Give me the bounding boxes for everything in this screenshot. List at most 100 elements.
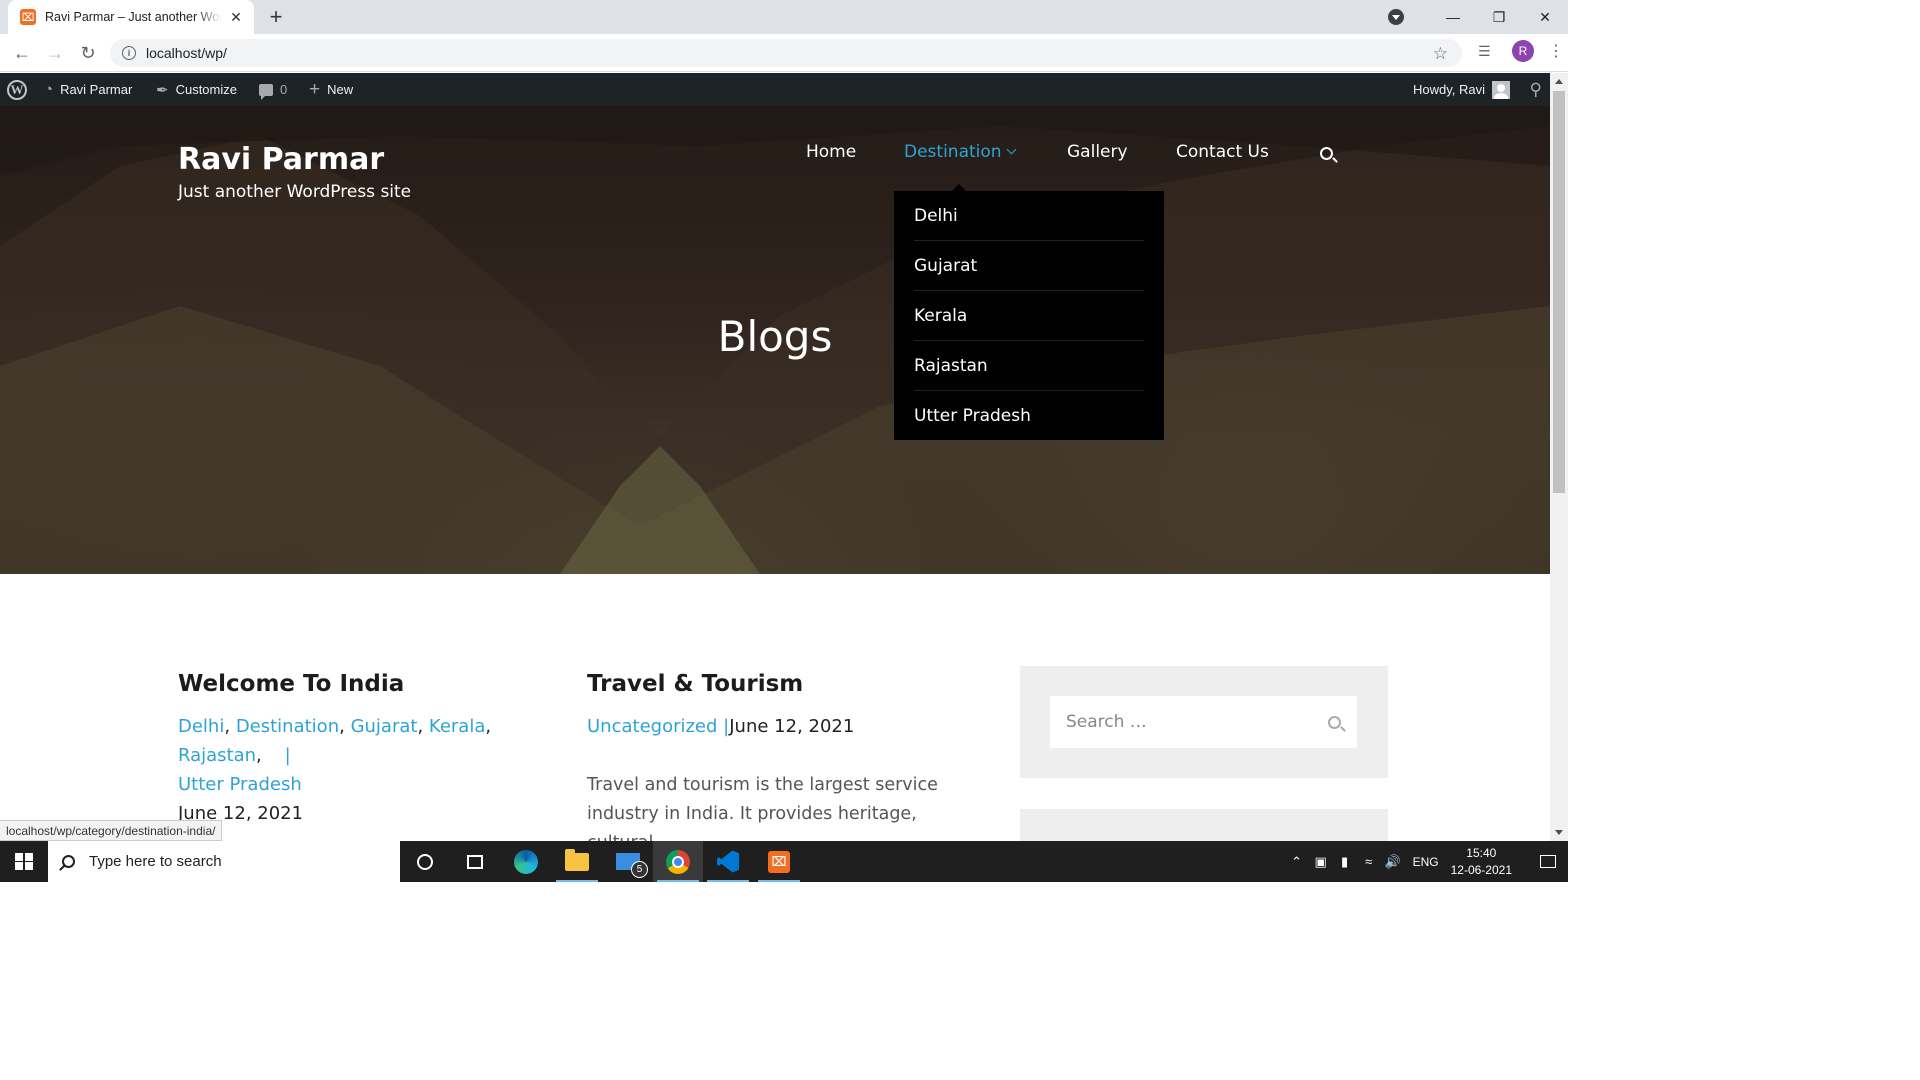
howdy-label: Howdy, Ravi — [1412, 82, 1485, 97]
category-link[interactable]: Gujarat — [351, 716, 418, 737]
category-link[interactable]: Uncategorized — [587, 716, 717, 737]
taskbar-search-box[interactable]: Type here to search — [48, 841, 400, 882]
battery-icon[interactable]: ▮ — [1333, 854, 1357, 870]
post-title[interactable]: Travel & Tourism — [587, 670, 987, 698]
category-link[interactable]: Destination — [236, 716, 339, 737]
destination-dropdown-menu: Delhi Gujarat Kerala Rajastan Utter Prad… — [894, 184, 1164, 441]
admin-site-name[interactable]: ◔ Ravi Parmar — [44, 73, 132, 106]
hero-section: Ravi Parmar Just another WordPress site … — [0, 106, 1550, 574]
category-link[interactable]: Utter Pradesh — [178, 774, 302, 795]
customize-label: Customize — [175, 82, 237, 97]
clock[interactable]: 15:40 12-06-2021 — [1451, 845, 1512, 879]
task-view-button[interactable] — [450, 841, 500, 882]
meta-separator: | — [284, 745, 291, 766]
sidebar-search-input[interactable]: Search … — [1050, 696, 1357, 748]
scrollbar-thumb[interactable] — [1553, 91, 1565, 493]
excerpt-line: Travel and tourism is the largest servic… — [587, 775, 938, 795]
admin-search[interactable]: ⚲ — [1530, 73, 1542, 106]
plus-icon: + — [309, 78, 321, 100]
nav-gallery[interactable]: Gallery — [1067, 142, 1128, 162]
wordpress-logo-icon: W — [7, 79, 27, 100]
url-text[interactable]: localhost/wp/ — [146, 45, 227, 61]
cortana-button[interactable] — [400, 841, 450, 882]
toolbar-right-actions: ☰ R ⋮ — [1478, 40, 1564, 62]
minimize-button[interactable]: — — [1430, 0, 1476, 34]
page-heading: Blogs — [717, 312, 833, 361]
post-title[interactable]: Welcome To India — [178, 670, 558, 698]
forward-arrow-icon[interactable]: → — [42, 40, 68, 66]
dropdown-item-kerala[interactable]: Kerala — [914, 291, 1144, 341]
profile-avatar[interactable]: R — [1512, 40, 1534, 62]
clock-time: 15:40 — [1466, 845, 1497, 860]
taskbar-file-explorer[interactable] — [552, 841, 602, 882]
language-indicator[interactable]: ENG — [1413, 855, 1439, 869]
category-link[interactable]: Rajastan — [178, 745, 256, 766]
close-tab-icon[interactable]: ✕ — [228, 9, 244, 26]
category-link[interactable]: Kerala — [429, 716, 485, 737]
windows-taskbar: Type here to search ⌧ ⌃ ▣ ▮ ≈ 🔊 ENG 15:4… — [0, 841, 1568, 882]
taskbar-xampp[interactable]: ⌧ — [754, 841, 804, 882]
window-controls: — ❐ ✕ — [1388, 0, 1568, 34]
meet-now-icon[interactable]: ▣ — [1309, 854, 1333, 870]
vscode-icon — [717, 850, 739, 873]
post-meta: Delhi, Destination, Gujarat, Kerala, Raj… — [178, 716, 492, 824]
chevron-up-icon[interactable]: ⌃ — [1285, 854, 1309, 870]
scroll-up-arrow-icon[interactable] — [1555, 79, 1563, 84]
category-link[interactable]: Delhi — [178, 716, 224, 737]
site-title[interactable]: Ravi Parmar — [178, 142, 384, 177]
new-tab-button[interactable]: + — [264, 4, 288, 30]
post-date: June 12, 2021 — [729, 716, 855, 737]
nav-destination[interactable]: Destination — [904, 142, 1017, 162]
restore-button[interactable]: ❐ — [1476, 0, 1522, 34]
admin-new[interactable]: + New — [309, 73, 353, 106]
system-tray: ⌃ ▣ ▮ ≈ 🔊 ENG 15:40 12-06-2021 — [1285, 841, 1568, 882]
media-control-icon[interactable]: ☰ — [1478, 43, 1498, 60]
link-status-bubble: localhost/wp/category/destination-india/ — [0, 820, 223, 841]
xampp-icon: ⌧ — [768, 850, 790, 873]
comments-count: 0 — [280, 82, 288, 97]
search-submit-icon[interactable] — [1328, 715, 1341, 729]
taskbar-mail[interactable] — [603, 841, 653, 882]
admin-comments[interactable]: 0 — [259, 73, 287, 106]
volume-icon[interactable]: 🔊 — [1381, 854, 1405, 870]
dropdown-item-gujarat[interactable]: Gujarat — [914, 241, 1144, 291]
browser-tab-strip: ⌧ Ravi Parmar – Just another WordPress s… — [0, 0, 1568, 34]
dropdown-item-utter-pradesh[interactable]: Utter Pradesh — [914, 391, 1144, 441]
scroll-down-arrow-icon[interactable] — [1555, 830, 1563, 835]
admin-customize[interactable]: ✒ Customize — [156, 73, 237, 106]
address-bar[interactable]: i localhost/wp/ ☆ — [110, 39, 1462, 67]
taskbar-edge[interactable] — [501, 841, 551, 882]
cortana-icon — [417, 853, 433, 870]
page-scrollbar[interactable] — [1550, 73, 1568, 841]
chrome-icon — [666, 849, 690, 874]
nav-contact-us[interactable]: Contact Us — [1176, 142, 1269, 162]
file-explorer-icon — [565, 848, 589, 871]
windows-logo-icon — [15, 852, 33, 871]
bookmark-star-icon[interactable]: ☆ — [1433, 44, 1448, 64]
nav-home[interactable]: Home — [806, 142, 856, 162]
close-window-button[interactable]: ✕ — [1522, 0, 1568, 34]
sidebar-search-widget: Search … — [1020, 666, 1388, 778]
start-button[interactable] — [0, 841, 48, 882]
dropdown-item-delhi[interactable]: Delhi — [914, 191, 1144, 241]
dropdown-item-rajastan[interactable]: Rajastan — [914, 341, 1144, 391]
header-search-icon[interactable] — [1320, 147, 1333, 160]
new-label: New — [327, 82, 354, 97]
chrome-menu-icon[interactable]: ⋮ — [1548, 41, 1564, 61]
post-card: Travel & Tourism Uncategorized |June 12,… — [587, 670, 987, 841]
back-arrow-icon[interactable]: ← — [9, 40, 35, 66]
site-info-icon[interactable]: i — [122, 46, 136, 60]
tab-search-icon[interactable] — [1388, 9, 1404, 25]
wifi-icon[interactable]: ≈ — [1357, 854, 1381, 869]
taskbar-chrome[interactable] — [653, 841, 703, 882]
paintbrush-icon: ✒ — [156, 81, 169, 99]
reload-icon[interactable]: ↻ — [75, 40, 101, 66]
admin-my-account[interactable]: Howdy, Ravi — [1413, 73, 1510, 106]
notification-center-icon[interactable] — [1528, 855, 1568, 868]
browser-tab[interactable]: ⌧ Ravi Parmar – Just another WordPress s… — [8, 0, 254, 34]
post-card: Welcome To India Delhi, Destination, Guj… — [178, 670, 558, 828]
chevron-down-icon — [1006, 144, 1017, 155]
wp-logo-menu[interactable]: W — [7, 73, 27, 106]
main-content: Welcome To India Delhi, Destination, Guj… — [0, 574, 1550, 841]
taskbar-vscode[interactable] — [703, 841, 753, 882]
